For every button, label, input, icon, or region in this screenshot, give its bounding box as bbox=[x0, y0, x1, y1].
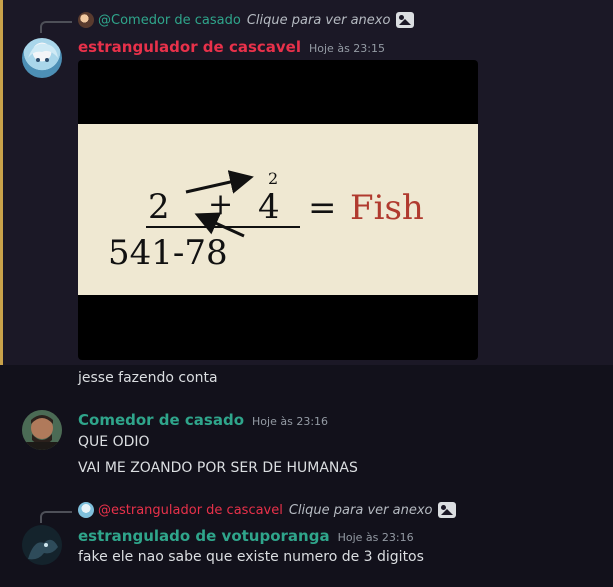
timestamp[interactable]: Hoje às 23:16 bbox=[252, 415, 328, 428]
equation-graphic: 2 + 4 2 541-78 = Fish bbox=[108, 169, 424, 273]
denominator: 541-78 bbox=[108, 233, 228, 273]
message-line: VAI ME ZOANDO POR SER DE HUMANAS bbox=[78, 460, 358, 476]
avatar[interactable] bbox=[22, 38, 62, 78]
result-word: Fish bbox=[350, 188, 424, 228]
superscript: 2 bbox=[268, 169, 278, 188]
image-icon bbox=[438, 502, 457, 518]
timestamp[interactable]: Hoje às 23:15 bbox=[309, 42, 385, 55]
plus-sign: + bbox=[208, 187, 233, 222]
message-header: estrangulado de votuporanga Hoje às 23:1… bbox=[78, 527, 414, 545]
equals-sign: = bbox=[308, 188, 337, 228]
avatar-art bbox=[22, 410, 62, 450]
avatar-art bbox=[28, 43, 58, 62]
message-line: QUE ODIO bbox=[78, 434, 150, 450]
reply-avatar bbox=[78, 12, 94, 28]
numerator-four: 4 bbox=[258, 187, 280, 227]
message-text: fake ele nao sabe que existe numero de 3… bbox=[78, 549, 424, 565]
message-text: jesse fazendo conta bbox=[78, 370, 218, 386]
numerator-two: 2 bbox=[148, 187, 170, 227]
message-header: Comedor de casado Hoje às 23:16 bbox=[78, 411, 328, 429]
timestamp[interactable]: Hoje às 23:16 bbox=[338, 531, 414, 544]
reply-preview[interactable]: @Comedor de casado Clique para ver anexo bbox=[78, 12, 415, 28]
reply-avatar bbox=[78, 502, 94, 518]
reply-author-name[interactable]: @estrangulador de cascavel bbox=[98, 503, 283, 518]
username[interactable]: estrangulador de cascavel bbox=[78, 38, 301, 56]
reply-attachment-link[interactable]: Clique para ver anexo bbox=[247, 13, 391, 28]
meme-image: 2 + 4 2 541-78 = Fish bbox=[78, 124, 478, 295]
image-attachment[interactable]: 2 + 4 2 541-78 = Fish bbox=[78, 60, 478, 360]
reply-author-name[interactable]: @Comedor de casado bbox=[98, 13, 241, 28]
reply-connector bbox=[40, 21, 72, 33]
image-icon bbox=[396, 12, 415, 28]
message-header: estrangulador de cascavel Hoje às 23:15 bbox=[78, 38, 385, 56]
avatar[interactable] bbox=[22, 525, 62, 565]
reply-connector bbox=[40, 511, 72, 523]
username[interactable]: Comedor de casado bbox=[78, 411, 244, 429]
reply-attachment-link[interactable]: Clique para ver anexo bbox=[289, 503, 433, 518]
avatar-art bbox=[22, 525, 62, 565]
avatar[interactable] bbox=[22, 410, 62, 450]
reply-preview[interactable]: @estrangulador de cascavel Clique para v… bbox=[78, 502, 457, 518]
username[interactable]: estrangulado de votuporanga bbox=[78, 527, 330, 545]
